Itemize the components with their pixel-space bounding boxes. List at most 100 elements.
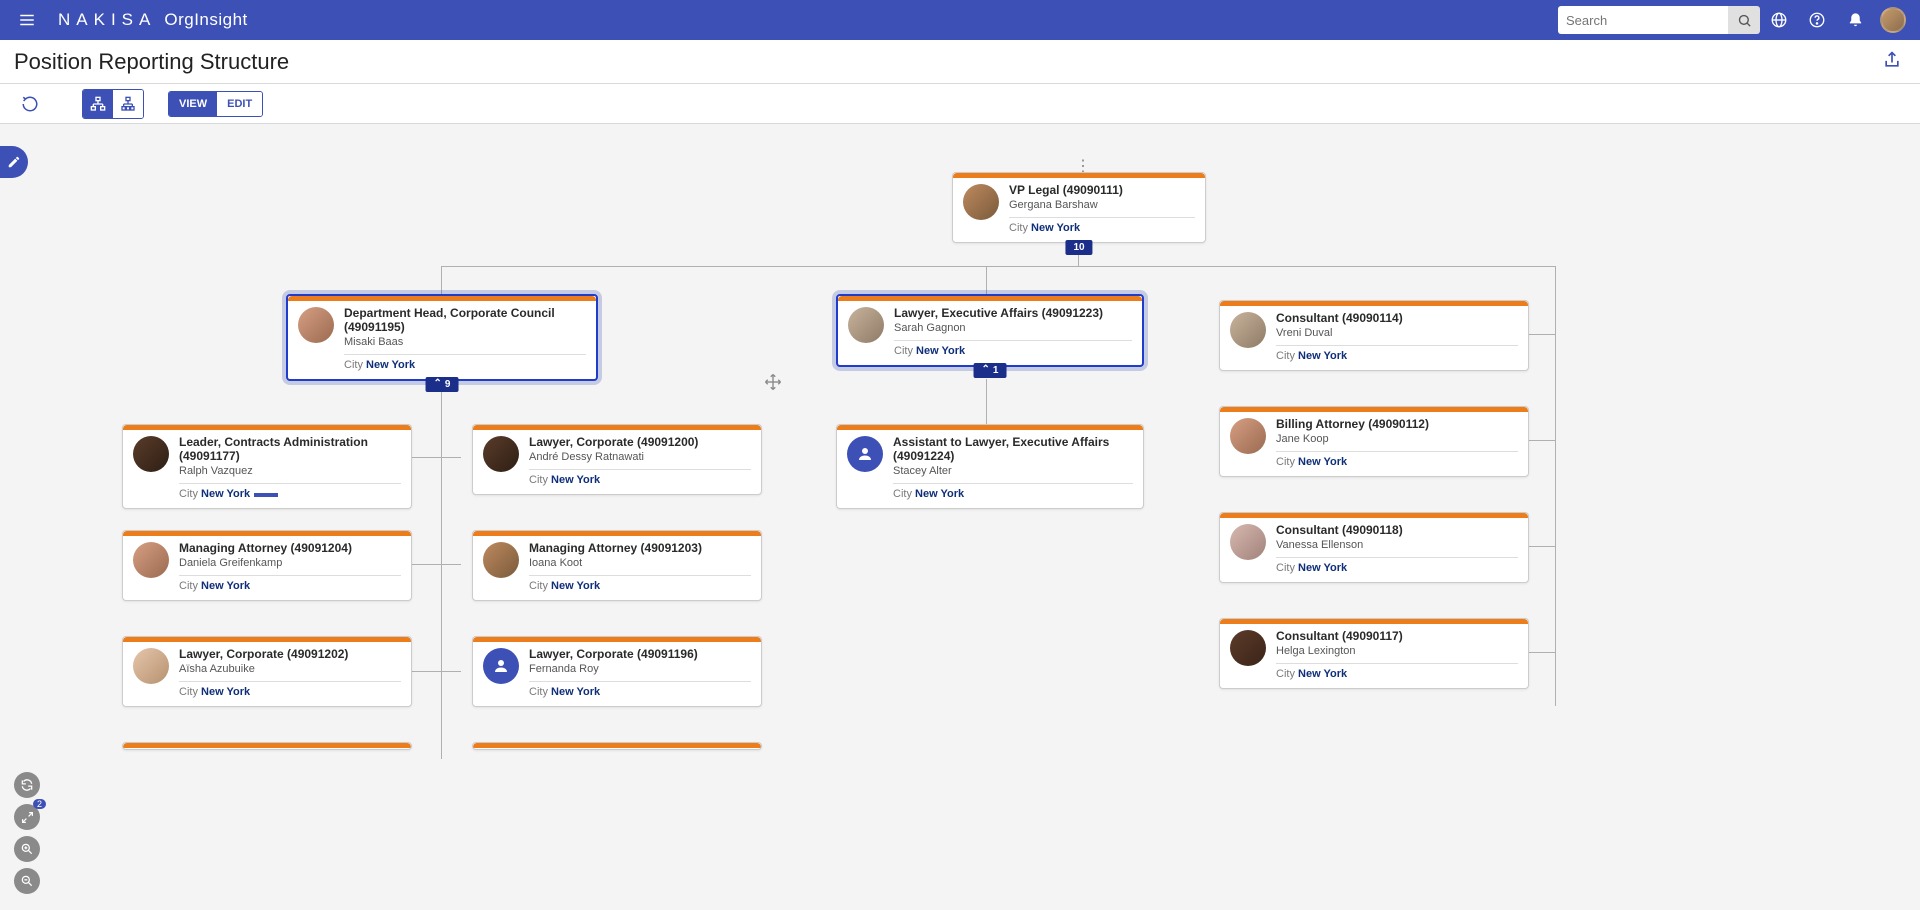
org-card[interactable]: Lawyer, Corporate (49091202)Aïsha Azubui… xyxy=(122,636,412,707)
avatar xyxy=(1230,524,1266,560)
language-button[interactable] xyxy=(1760,11,1798,29)
edit-drawer-toggle[interactable] xyxy=(0,146,28,178)
search-button[interactable] xyxy=(1728,6,1760,34)
avatar xyxy=(1230,312,1266,348)
card-meta: City New York xyxy=(894,345,1132,357)
collapse-children-button[interactable]: ⌃1 xyxy=(974,363,1007,378)
org-card[interactable]: Managing Attorney (49091203)Ioana KootCi… xyxy=(472,530,762,601)
card-person: Daniela Greifenkamp xyxy=(179,557,401,569)
menu-button[interactable] xyxy=(14,7,40,33)
card-meta: City New York xyxy=(179,488,401,500)
page-header: Position Reporting Structure xyxy=(0,40,1920,84)
card-person: Jane Koop xyxy=(1276,433,1518,445)
org-card-selected[interactable]: Lawyer, Executive Affairs (49091223) Sar… xyxy=(836,294,1144,367)
card-title: Lawyer, Executive Affairs (49091223) xyxy=(894,307,1132,321)
zoom-out-button[interactable] xyxy=(14,868,40,894)
hamburger-icon xyxy=(18,11,36,29)
page-title: Position Reporting Structure xyxy=(14,49,289,75)
card-person: Gergana Barshaw xyxy=(1009,199,1195,211)
avatar-placeholder-icon xyxy=(847,436,883,472)
org-card[interactable]: Lawyer, Corporate (49091196)Fernanda Roy… xyxy=(472,636,762,707)
org-chart-canvas[interactable]: ⋮ VP Legal (49090111) Gergana Barshaw Ci… xyxy=(0,124,1920,910)
expand-children-button[interactable]: 10 xyxy=(1065,240,1092,255)
avatar xyxy=(963,184,999,220)
org-card[interactable]: Consultant (49090117)Helga LexingtonCity… xyxy=(1219,618,1529,689)
card-title: VP Legal (49090111) xyxy=(1009,184,1195,198)
brand-name: NAKISA xyxy=(58,10,156,30)
hierarchy-alt-icon xyxy=(120,96,136,112)
canvas-toolbar: 2 xyxy=(14,772,40,894)
zoom-in-button[interactable] xyxy=(14,836,40,862)
card-meta: City New York xyxy=(179,686,401,698)
notifications-button[interactable] xyxy=(1836,12,1874,29)
avatar xyxy=(848,307,884,343)
mode-edit-button[interactable]: EDIT xyxy=(217,92,262,116)
bell-icon xyxy=(1847,12,1864,29)
collapse-children-button[interactable]: ⌃9 xyxy=(426,377,459,392)
expand-badge: 2 xyxy=(33,799,46,809)
refresh-button[interactable] xyxy=(14,89,46,119)
zoom-in-icon xyxy=(20,842,34,856)
share-icon xyxy=(1882,50,1902,70)
help-button[interactable] xyxy=(1798,11,1836,29)
toolbar: VIEW EDIT xyxy=(0,84,1920,124)
card-person: Sarah Gagnon xyxy=(894,322,1132,334)
avatar xyxy=(483,436,519,472)
card-person: Vreni Duval xyxy=(1276,327,1518,339)
card-title: Assistant to Lawyer, Executive Affairs (… xyxy=(893,436,1133,464)
share-button[interactable] xyxy=(1882,50,1906,74)
card-title: Consultant (49090118) xyxy=(1276,524,1518,538)
org-card[interactable]: Consultant (49090114)Vreni Duval City New… xyxy=(1219,300,1529,371)
card-title: Lawyer, Corporate (49091202) xyxy=(179,648,401,662)
brand-product: OrgInsight xyxy=(164,10,247,30)
refresh-icon xyxy=(21,95,39,113)
pencil-icon xyxy=(7,155,21,169)
org-card-root[interactable]: VP Legal (49090111) Gergana Barshaw City… xyxy=(952,172,1206,243)
org-card[interactable]: Assistant to Lawyer, Executive Affairs (… xyxy=(836,424,1144,509)
card-meta: City New York xyxy=(1276,350,1518,362)
avatar xyxy=(1230,630,1266,666)
card-title: Lawyer, Corporate (49091196) xyxy=(529,648,751,662)
layout-grid-button[interactable] xyxy=(113,90,143,118)
avatar xyxy=(133,436,169,472)
avatar xyxy=(1230,418,1266,454)
search-input[interactable] xyxy=(1558,6,1728,34)
app-bar: NAKISA OrgInsight xyxy=(0,0,1920,40)
user-avatar[interactable] xyxy=(1880,7,1906,33)
card-title: Consultant (49090114) xyxy=(1276,312,1518,326)
avatar xyxy=(483,542,519,578)
progress-indicator xyxy=(254,493,278,497)
org-card[interactable]: Billing Attorney (49090112)Jane KoopCity… xyxy=(1219,406,1529,477)
card-person: Stacey Alter xyxy=(893,465,1133,477)
move-cursor-icon xyxy=(764,373,782,391)
search-icon xyxy=(1737,13,1752,28)
hierarchy-icon xyxy=(90,96,106,112)
layout-hierarchy-button[interactable] xyxy=(83,90,113,118)
org-card[interactable]: Consultant (49090118)Vanessa Ellenson Cit… xyxy=(1219,512,1529,583)
card-title: Lawyer, Corporate (49091200) xyxy=(529,436,751,450)
card-meta: City New York xyxy=(179,580,401,592)
org-card-selected[interactable]: Department Head, Corporate Council (4909… xyxy=(286,294,598,381)
card-meta: City New York xyxy=(1009,222,1195,234)
card-meta: City New York xyxy=(529,686,751,698)
card-meta: City New York xyxy=(1276,456,1518,468)
layout-toggle xyxy=(82,89,144,119)
card-person: André Dessy Ratnawati xyxy=(529,451,751,463)
card-person: Ralph Vazquez xyxy=(179,465,401,477)
sync-button[interactable] xyxy=(14,772,40,798)
mode-view-button[interactable]: VIEW xyxy=(169,92,217,116)
card-person: Fernanda Roy xyxy=(529,663,751,675)
card-person: Vanessa Ellenson xyxy=(1276,539,1518,551)
avatar xyxy=(298,307,334,343)
org-card[interactable]: Lawyer, Corporate (49091200)André Dessy … xyxy=(472,424,762,495)
help-icon xyxy=(1808,11,1826,29)
card-title: Department Head, Corporate Council (4909… xyxy=(344,307,586,335)
card-title: Consultant (49090117) xyxy=(1276,630,1518,644)
card-meta: City New York xyxy=(1276,562,1518,574)
org-card-partial[interactable] xyxy=(122,742,412,750)
globe-icon xyxy=(1770,11,1788,29)
avatar xyxy=(133,648,169,684)
card-person: Ioana Koot xyxy=(529,557,751,569)
org-card-partial[interactable] xyxy=(472,742,762,750)
org-card[interactable]: Managing Attorney (49091204)Daniela Grei… xyxy=(122,530,412,601)
